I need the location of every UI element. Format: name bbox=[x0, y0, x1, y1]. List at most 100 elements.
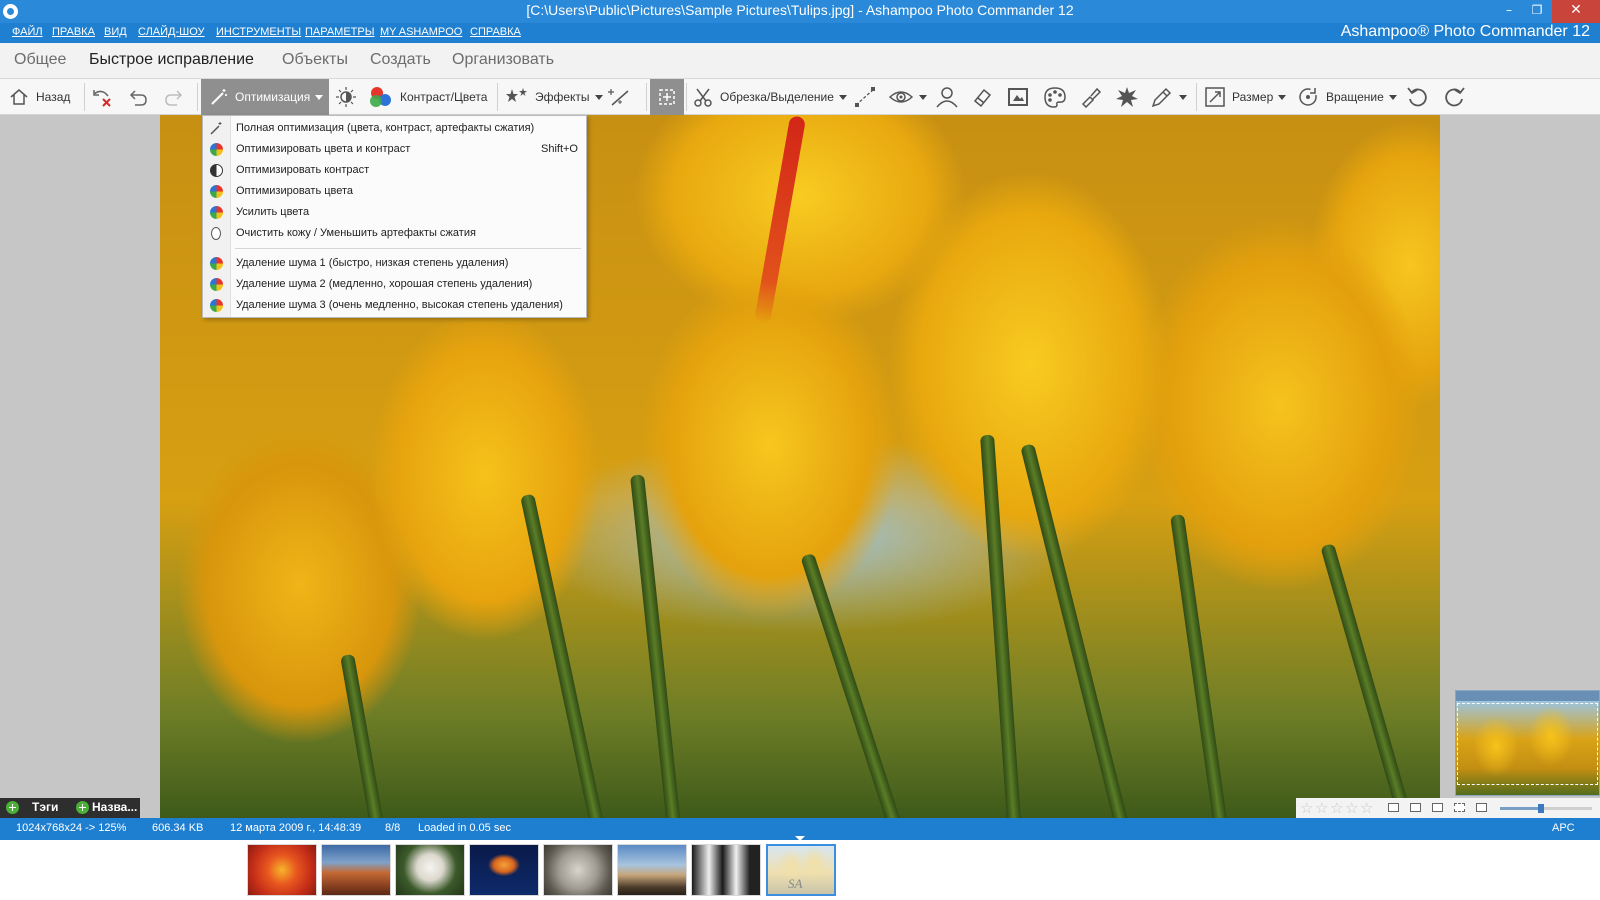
tags-button[interactable]: Тэги bbox=[32, 800, 58, 814]
tab-general[interactable]: Общее bbox=[14, 51, 66, 69]
rating-star[interactable]: ☆ bbox=[1330, 799, 1343, 817]
palette-button[interactable] bbox=[1042, 79, 1068, 115]
frame-tool-button[interactable] bbox=[1006, 79, 1030, 115]
magic-wand-icon bbox=[210, 122, 223, 135]
tulip-stem bbox=[800, 552, 907, 818]
zoom-slider[interactable] bbox=[1500, 807, 1592, 810]
effects-dropdown-button[interactable]: Эффекты bbox=[505, 79, 603, 115]
tab-objects[interactable]: Объекты bbox=[282, 51, 348, 69]
menu-file[interactable]: ФАЙЛ bbox=[12, 26, 43, 38]
crop-dropdown-button[interactable]: Обрезка/Выделение bbox=[692, 79, 847, 115]
magic-wand-icon bbox=[211, 89, 227, 105]
menu-my-ashampoo[interactable]: MY ASHAMPOO bbox=[380, 26, 462, 38]
maximize-button[interactable]: ❐ bbox=[1524, 0, 1550, 23]
menu-item-optimize-colors[interactable]: Оптимизировать цвета bbox=[203, 181, 586, 202]
tulip-stem bbox=[520, 493, 605, 818]
rating-star[interactable]: ☆ bbox=[1360, 799, 1373, 817]
toolbar-divider bbox=[497, 83, 498, 111]
rating-star[interactable]: ☆ bbox=[1345, 799, 1358, 817]
color-wheel-icon bbox=[210, 206, 223, 219]
navigator-viewport-frame[interactable] bbox=[1457, 703, 1598, 785]
add-name-icon[interactable] bbox=[76, 801, 89, 814]
selection-tool-button[interactable] bbox=[650, 79, 684, 115]
eye-icon bbox=[888, 91, 914, 103]
menu-settings[interactable]: ПАРАМЕТРЫ bbox=[305, 26, 374, 38]
menu-view[interactable]: ВИД bbox=[104, 26, 127, 38]
menu-item-optimize-colors-contrast[interactable]: Оптимизировать цвета и контраст Shift+O bbox=[203, 139, 586, 160]
palette-icon bbox=[1044, 87, 1066, 108]
eraser-button[interactable] bbox=[970, 79, 994, 115]
monitor-icon[interactable] bbox=[1476, 803, 1487, 812]
menu-help[interactable]: СПРАВКА bbox=[470, 26, 521, 38]
view-histogram-icon[interactable] bbox=[1432, 803, 1443, 812]
menu-item-optimize-contrast[interactable]: Оптимизировать контраст bbox=[203, 160, 586, 181]
menu-slideshow[interactable]: СЛАЙД-ШОУ bbox=[138, 26, 205, 38]
menu-item-full-optimize[interactable]: Полная оптимизация (цвета, контраст, арт… bbox=[203, 118, 586, 139]
toolbar-divider bbox=[646, 83, 647, 111]
title-bar: [C:\Users\Public\Pictures\Sample Picture… bbox=[0, 0, 1600, 23]
tab-quick-fix[interactable]: Быстрое исправление bbox=[89, 51, 254, 69]
rotate-left-button[interactable] bbox=[1405, 79, 1431, 115]
tab-create[interactable]: Создать bbox=[370, 51, 431, 69]
view-compare-icon[interactable] bbox=[1410, 803, 1421, 812]
rating-star[interactable]: ☆ bbox=[1300, 799, 1313, 817]
navigator-thumbnail[interactable] bbox=[1455, 690, 1600, 796]
optimize-dropdown-button[interactable]: Оптимизация bbox=[201, 79, 330, 115]
view-single-icon[interactable] bbox=[1388, 803, 1399, 812]
minimize-button[interactable]: – bbox=[1496, 0, 1522, 23]
pen-dropdown-button[interactable] bbox=[1150, 79, 1187, 115]
brush-icon bbox=[1081, 87, 1102, 108]
selection-icon bbox=[659, 89, 675, 105]
undo-button[interactable] bbox=[126, 79, 150, 115]
menu-item-enhance-colors[interactable]: Усилить цвета bbox=[203, 202, 586, 223]
straighten-button[interactable] bbox=[853, 79, 877, 115]
brightness-icon bbox=[336, 87, 356, 107]
crop-label: Обрезка/Выделение bbox=[720, 90, 834, 104]
portrait-tool-button[interactable] bbox=[934, 79, 960, 115]
clone-brush-button[interactable] bbox=[1078, 79, 1102, 115]
red-eye-dropdown-button[interactable] bbox=[888, 79, 927, 115]
thumbnail-desert[interactable] bbox=[321, 844, 391, 896]
tags-bar: Тэги Назва... bbox=[0, 798, 140, 818]
add-tag-icon[interactable] bbox=[6, 801, 19, 814]
thumbnail-jellyfish[interactable] bbox=[469, 844, 539, 896]
menu-item-label: Усилить цвета bbox=[236, 206, 310, 218]
color-wheel-icon bbox=[210, 143, 223, 156]
blur-tool-button[interactable] bbox=[1114, 79, 1140, 115]
menu-item-denoise-2[interactable]: Удаление шума 2 (медленно, хорошая степе… bbox=[203, 274, 586, 295]
ribbon-tabs: Общее Быстрое исправление Объекты Создат… bbox=[0, 43, 1600, 79]
thumbnail-tulips[interactable]: SA bbox=[766, 844, 836, 896]
menu-edit[interactable]: ПРАВКА bbox=[52, 26, 95, 38]
menu-item-denoise-1[interactable]: Удаление шума 1 (быстро, низкая степень … bbox=[203, 253, 586, 274]
redo-icon bbox=[165, 90, 183, 106]
filmstrip: SA bbox=[0, 840, 1600, 900]
menu-item-denoise-3[interactable]: Удаление шума 3 (очень медленно, высокая… bbox=[203, 295, 586, 316]
redo-button[interactable] bbox=[162, 79, 186, 115]
resize-label: Размер bbox=[1232, 90, 1274, 104]
names-button[interactable]: Назва... bbox=[92, 800, 137, 814]
tab-organize[interactable]: Организовать bbox=[452, 51, 554, 69]
zoom-slider-thumb[interactable] bbox=[1538, 804, 1545, 813]
thumbnail-hydrangeas[interactable] bbox=[395, 844, 465, 896]
sparkle-tool-button[interactable] bbox=[606, 79, 634, 115]
menu-separator bbox=[235, 248, 581, 249]
menu-tools[interactable]: ИНСТРУМЕНТЫ bbox=[216, 26, 301, 38]
resize-dropdown-button[interactable]: Размер bbox=[1204, 79, 1287, 115]
close-button[interactable]: ✕ bbox=[1552, 0, 1600, 23]
fullscreen-icon[interactable] bbox=[1454, 803, 1465, 812]
thumbnail-penguins[interactable] bbox=[691, 844, 761, 896]
menu-item-label: Очистить кожу / Уменьшить артефакты сжат… bbox=[236, 227, 476, 239]
color-wheel-icon bbox=[210, 299, 223, 312]
rotate-right-button[interactable] bbox=[1441, 79, 1467, 115]
back-button[interactable]: Назад bbox=[8, 79, 70, 115]
thumbnail-koala[interactable] bbox=[543, 844, 613, 896]
thumbnail-chrysanthemum[interactable] bbox=[247, 844, 317, 896]
rotate-dropdown-button[interactable]: Вращение bbox=[1296, 79, 1397, 115]
rating-star[interactable]: ☆ bbox=[1315, 799, 1328, 817]
menu-item-clean-skin[interactable]: Очистить кожу / Уменьшить артефакты сжат… bbox=[203, 223, 586, 244]
brightness-button[interactable] bbox=[335, 79, 357, 115]
contrast-icon bbox=[210, 164, 223, 177]
discard-changes-button[interactable] bbox=[90, 79, 114, 115]
contrast-colors-button[interactable]: Контраст/Цвета bbox=[368, 79, 487, 115]
thumbnail-lighthouse[interactable] bbox=[617, 844, 687, 896]
